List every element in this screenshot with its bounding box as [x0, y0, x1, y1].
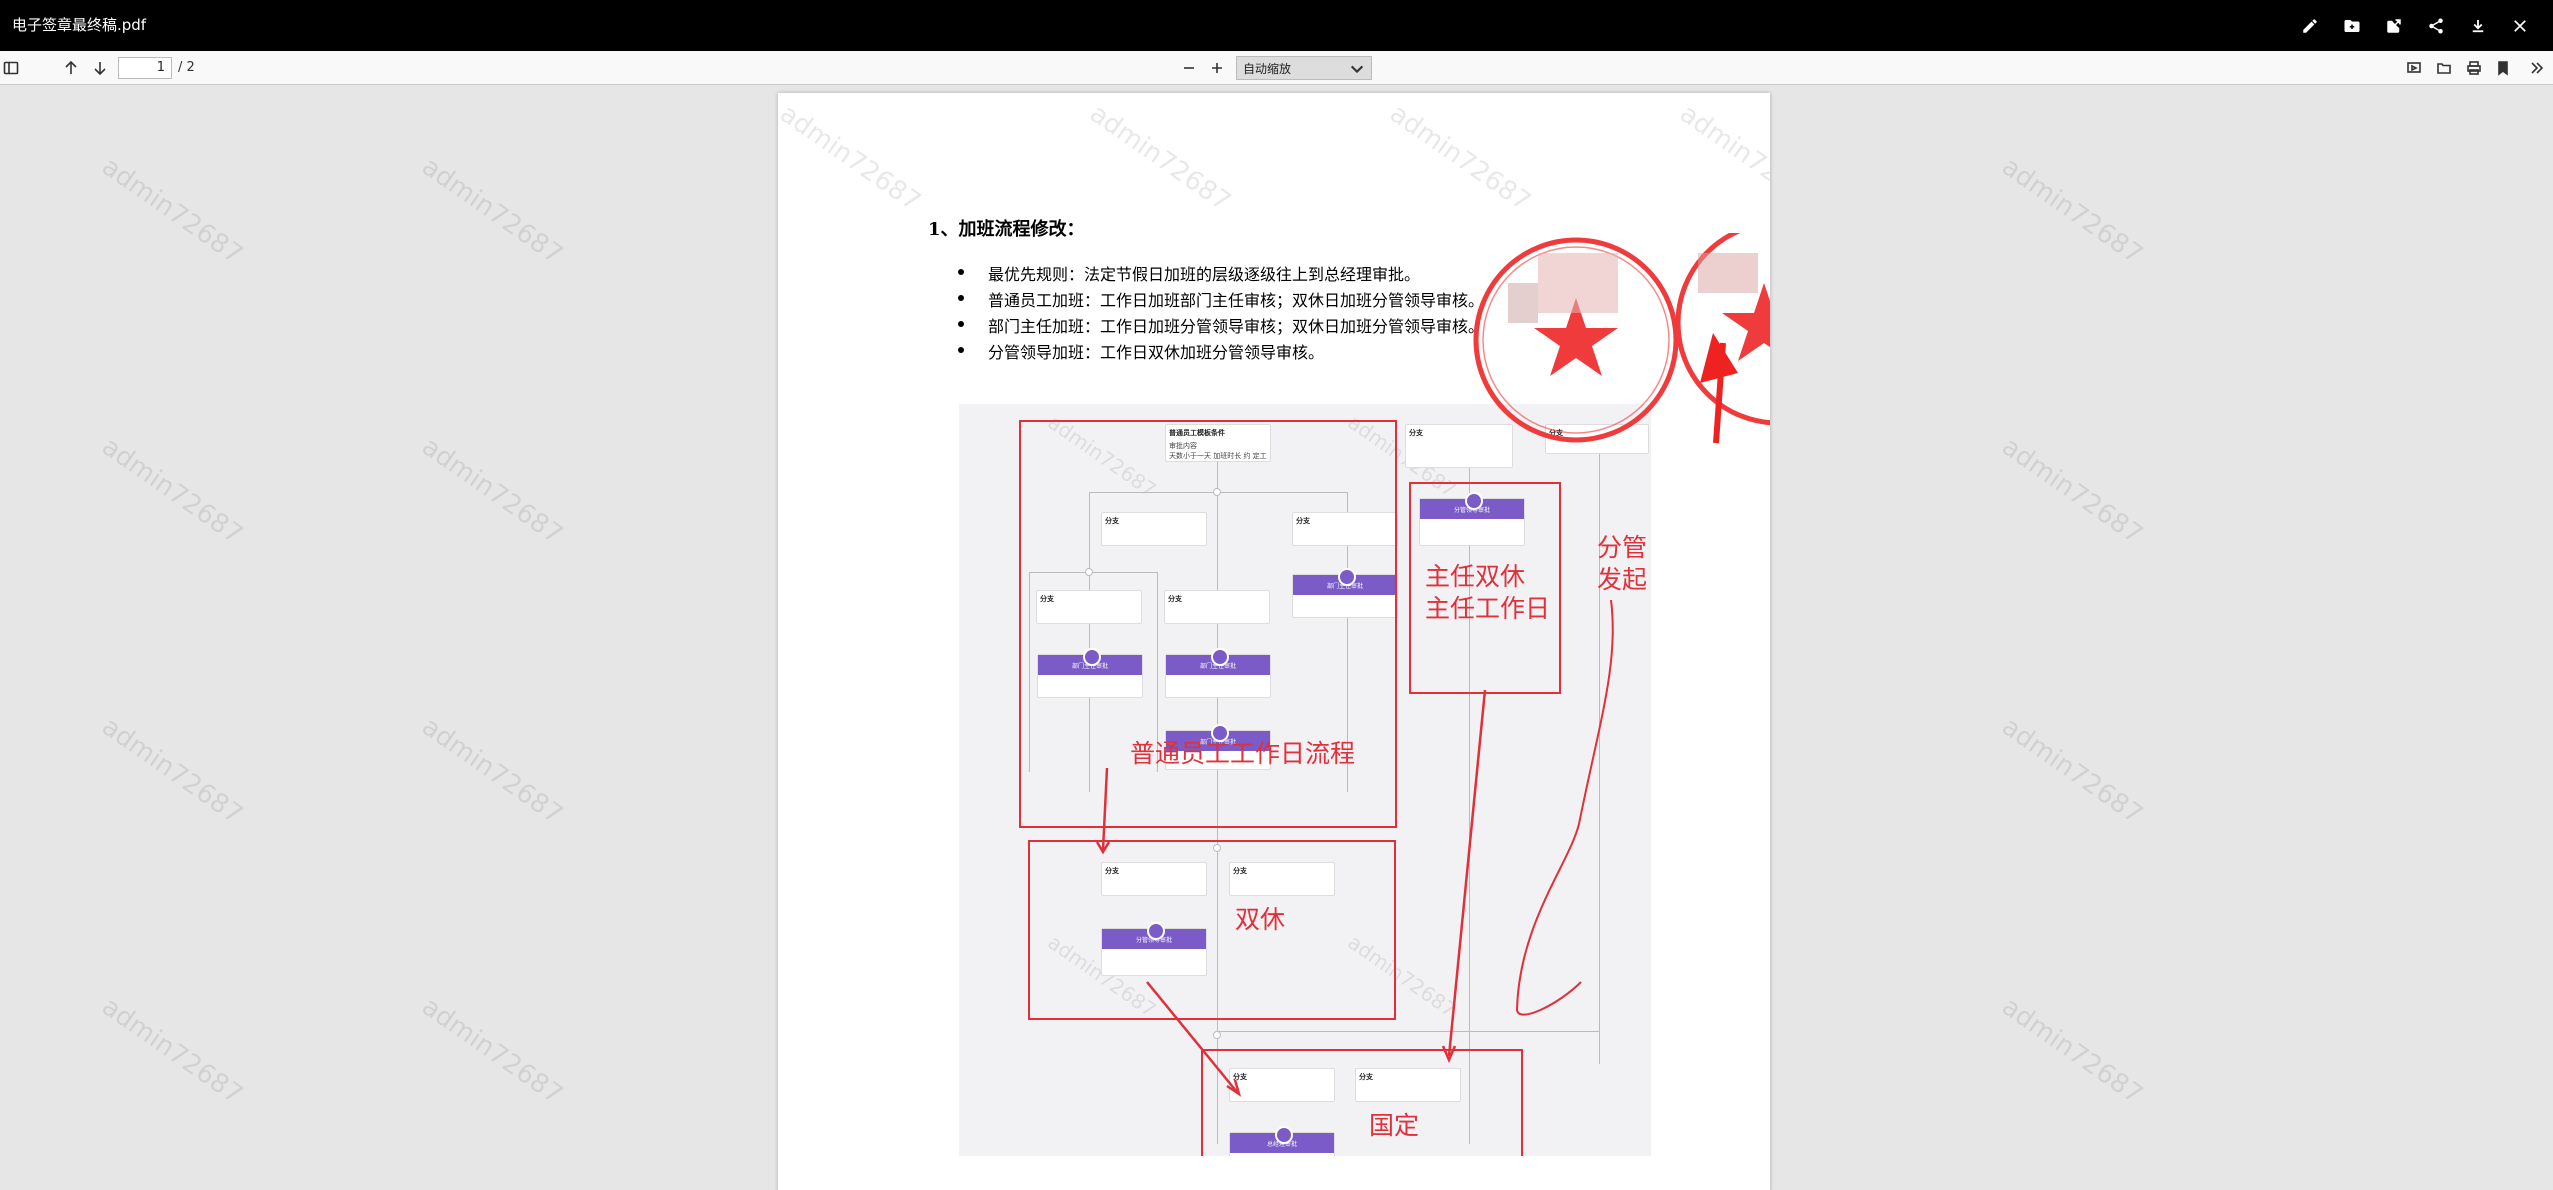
- watermark: admin72687: [96, 151, 248, 271]
- rules-list: 最优先规则：法定节假日加班的层级逐级往上到总经理审批。 普通员工加班：工作日加班…: [948, 261, 1484, 365]
- presentation-icon[interactable]: [2403, 57, 2425, 79]
- watermark: admin72687: [416, 711, 568, 831]
- zoom-in-icon[interactable]: [1206, 57, 1228, 79]
- titlebar: 电子签章最终稿.pdf: [0, 0, 2553, 51]
- list-item: 分管领导加班：工作日双休加班分管领导审核。: [948, 339, 1484, 365]
- sidebar-toggle-icon[interactable]: [0, 57, 22, 79]
- watermark: admin72687: [96, 431, 248, 551]
- edit-icon[interactable]: [2289, 0, 2331, 51]
- watermark: admin72687: [416, 151, 568, 271]
- watermark: admin72687: [1084, 98, 1236, 218]
- bookmark-icon[interactable]: [2492, 57, 2514, 79]
- watermark: admin72687: [416, 991, 568, 1111]
- zoom-select[interactable]: 自动缩放: [1236, 56, 1372, 80]
- watermark: admin72687: [1996, 431, 2148, 551]
- annotation-arrows: [1095, 599, 1614, 1097]
- watermark: admin72687: [1674, 98, 1770, 218]
- file-title: 电子签章最终稿.pdf: [12, 16, 147, 34]
- chevron-down-icon: [1350, 65, 1364, 74]
- list-item: 最优先规则：法定节假日加班的层级逐级往上到总经理审批。: [948, 261, 1484, 287]
- print-icon[interactable]: [2463, 57, 2485, 79]
- watermark: admin72687: [1384, 98, 1536, 218]
- next-page-icon[interactable]: [89, 57, 111, 79]
- open-external-icon[interactable]: [2373, 0, 2415, 51]
- workflow-diagram: admin72687 admin72687 admin72687 admin72…: [959, 404, 1651, 1156]
- pdf-toolbar: 1 / 2 自动缩放: [0, 51, 2553, 85]
- watermark: admin72687: [778, 98, 926, 218]
- share-icon[interactable]: [2415, 0, 2457, 51]
- watermark: admin72687: [1996, 151, 2148, 271]
- save-to-folder-icon[interactable]: [2331, 0, 2373, 51]
- more-tools-icon[interactable]: [2526, 57, 2548, 79]
- zoom-value: 自动缩放: [1243, 62, 1292, 76]
- watermark: admin72687: [416, 431, 568, 551]
- company-seals: [1473, 233, 1770, 444]
- watermark: admin72687: [96, 991, 248, 1111]
- page-heading: 1、加班流程修改：: [928, 219, 1085, 240]
- pdf-page: admin72687 admin72687 admin72687 admin72…: [778, 93, 1770, 1190]
- list-item: 普通员工加班：工作日加班部门主任审核；双休日加班分管领导审核。: [948, 287, 1484, 313]
- pdf-viewer[interactable]: admin72687 admin72687 admin72687 admin72…: [0, 86, 2553, 1190]
- previous-page-icon[interactable]: [60, 57, 82, 79]
- open-file-icon[interactable]: [2433, 57, 2455, 79]
- watermark: admin72687: [1996, 991, 2148, 1111]
- download-icon[interactable]: [2457, 0, 2499, 51]
- zoom-out-icon[interactable]: [1178, 57, 1200, 79]
- page-count: / 2: [178, 60, 195, 75]
- page-number-input[interactable]: 1: [118, 57, 172, 79]
- titlebar-actions: [2289, 0, 2541, 51]
- watermark: admin72687: [96, 711, 248, 831]
- list-item: 部门主任加班：工作日加班分管领导审核；双休日加班分管领导审核。: [948, 313, 1484, 339]
- watermark: admin72687: [1996, 711, 2148, 831]
- close-icon[interactable]: [2499, 0, 2541, 51]
